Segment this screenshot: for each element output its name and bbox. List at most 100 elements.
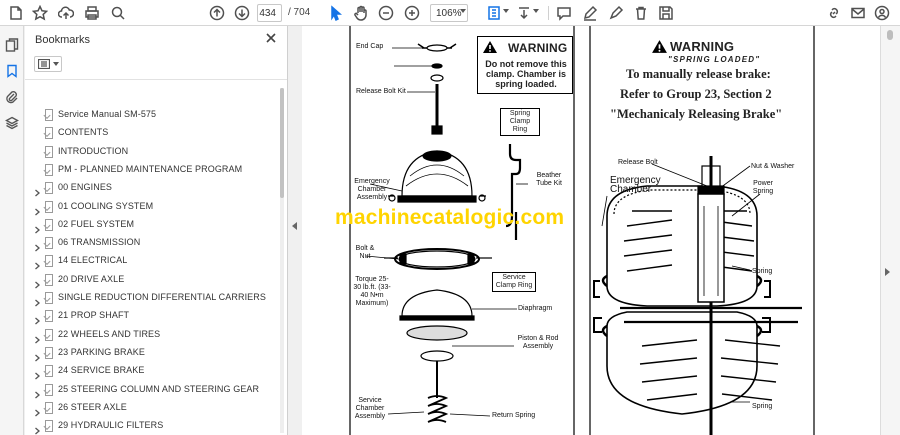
page-number-input[interactable]: 434 <box>257 4 282 22</box>
document-scrollbar-thumb[interactable] <box>887 30 893 40</box>
bookmark-page-icon <box>45 163 53 176</box>
save-icon[interactable] <box>656 3 676 23</box>
home-icon[interactable] <box>6 3 26 23</box>
zoom-out-icon[interactable] <box>376 3 396 23</box>
pen-highlight-icon[interactable] <box>580 3 600 23</box>
bookmark-item[interactable]: 00 ENGINES <box>25 179 277 197</box>
comment-icon[interactable] <box>554 3 574 23</box>
chevron-right-icon[interactable] <box>34 257 41 270</box>
bookmark-item[interactable]: 14 ELECTRICAL <box>25 252 277 270</box>
right-warning-line2: Refer to Group 23, Section 2 <box>620 87 772 101</box>
mail-icon[interactable] <box>848 3 868 23</box>
chevron-right-icon[interactable] <box>34 404 41 417</box>
bookmark-page-icon <box>45 310 53 323</box>
label-torque: Torque 25-30 lb.ft. (33-40 N•m Maximum) <box>353 276 391 307</box>
bookmark-options-button[interactable] <box>34 56 62 72</box>
panel-scrollbar-thumb[interactable] <box>280 88 284 198</box>
bookmark-label: 22 WHEELS AND TIRES <box>58 328 161 339</box>
fit-page-icon[interactable] <box>484 3 504 23</box>
label-beather-tube-kit: Beather Tube Kit <box>536 172 562 187</box>
bookmark-item[interactable]: PM - PLANNED MAINTENANCE PROGRAM <box>25 161 277 179</box>
bookmark-item[interactable]: 26 STEER AXLE <box>25 399 277 417</box>
warning-triangle-icon <box>652 40 667 53</box>
label-power-spring: Power Spring <box>752 180 774 195</box>
delete-trash-icon[interactable] <box>631 3 651 23</box>
scroll-mode-icon[interactable] <box>514 3 534 23</box>
chevron-right-icon[interactable] <box>34 367 41 380</box>
bookmark-label: SINGLE REDUCTION DIFFERENTIAL CARRIERS <box>58 292 266 302</box>
user-account-icon[interactable] <box>872 3 892 23</box>
upload-cloud-icon[interactable] <box>56 3 76 23</box>
previous-page-icon[interactable] <box>207 3 227 23</box>
print-icon[interactable] <box>82 3 102 23</box>
bookmark-item[interactable]: 22 WHEELS AND TIRES <box>25 326 277 344</box>
hand-tool-icon[interactable] <box>351 3 371 23</box>
bookmark-item[interactable]: 21 PROP SHAFT <box>25 307 277 325</box>
chevron-down-icon <box>533 9 539 13</box>
bookmark-label: 24 SERVICE BRAKE <box>58 365 145 376</box>
chevron-right-icon[interactable] <box>34 294 41 307</box>
chevron-down-icon <box>503 9 509 13</box>
bookmark-label: 02 FUEL SYSTEM <box>58 218 135 229</box>
next-page-icon[interactable] <box>232 3 252 23</box>
zoom-in-icon[interactable] <box>402 3 422 23</box>
label-spring-clamp-ring: Spring Clamp Ring <box>500 108 540 136</box>
bookmark-page-icon <box>45 218 53 231</box>
chevron-right-icon[interactable] <box>34 312 41 325</box>
bookmark-item[interactable]: 29 HYDRAULIC FILTERS <box>25 417 277 435</box>
chevron-right-icon[interactable] <box>34 349 41 362</box>
bookmark-item[interactable]: 06 TRANSMISSION <box>25 234 277 252</box>
bookmark-item[interactable]: INTRODUCTION <box>25 143 277 161</box>
draw-icon[interactable] <box>606 3 626 23</box>
main-toolbar: 434 / 704 106% <box>0 0 900 26</box>
search-zoom-icon[interactable] <box>108 3 128 23</box>
bookmark-item[interactable]: CONTENTS <box>25 124 277 142</box>
document-scrollbar[interactable] <box>880 26 900 435</box>
chevron-right-icon[interactable] <box>34 331 41 344</box>
bookmark-page-icon <box>45 127 53 140</box>
bookmark-label: CONTENTS <box>58 127 109 138</box>
star-bookmark-icon[interactable] <box>30 3 50 23</box>
collapse-panel-icon[interactable] <box>292 222 297 230</box>
attachment-paperclip-icon[interactable] <box>3 88 21 106</box>
chevron-right-icon[interactable] <box>34 221 41 234</box>
bookmark-page-icon <box>45 420 53 433</box>
bookmark-page-icon <box>45 237 53 250</box>
page-total: / 704 <box>288 7 311 18</box>
bookmark-label: 20 DRIVE AXLE <box>58 273 125 284</box>
toolbar-divider <box>548 6 549 20</box>
bookmark-page-icon <box>45 200 53 213</box>
select-cursor-icon[interactable] <box>326 3 346 23</box>
chevron-right-icon[interactable] <box>34 386 41 398</box>
bookmark-item[interactable]: SINGLE REDUCTION DIFFERENTIAL CARRIERS <box>25 289 277 307</box>
bookmark-item[interactable]: 23 PARKING BRAKE <box>25 344 277 362</box>
panel-scrollbar[interactable] <box>280 88 284 433</box>
chevron-right-icon[interactable] <box>34 184 41 197</box>
layers-icon[interactable] <box>3 114 21 132</box>
chevron-right-icon[interactable] <box>34 239 41 252</box>
share-link-icon[interactable] <box>824 3 844 23</box>
chevron-right-icon[interactable] <box>34 276 41 289</box>
bookmark-icon[interactable] <box>3 62 21 80</box>
label-piston-rod-assembly: Piston & Rod Assembly <box>517 335 559 350</box>
bookmark-item[interactable]: 02 FUEL SYSTEM <box>25 216 277 234</box>
bookmark-page-icon <box>45 365 53 378</box>
bookmark-item[interactable]: 24 SERVICE BRAKE <box>25 362 277 380</box>
bookmark-label: 29 HYDRAULIC FILTERS <box>58 420 164 431</box>
panel-title: Bookmarks <box>35 34 91 46</box>
page-thumbnails-icon[interactable] <box>3 36 21 54</box>
zoom-level-select[interactable]: 106% <box>430 4 468 22</box>
bookmark-item[interactable]: Service Manual SM-575 <box>25 106 277 124</box>
pdf-page: WARNING Do not remove this clamp. Chambe… <box>302 26 880 435</box>
close-icon[interactable] <box>265 31 279 45</box>
chevron-right-icon[interactable] <box>34 203 41 215</box>
chevron-right-icon[interactable] <box>34 422 41 435</box>
bookmark-page-icon <box>45 255 53 268</box>
bookmark-item[interactable]: 25 STEERING COLUMN AND STEERING GEAR <box>25 381 277 399</box>
bookmark-item[interactable]: 01 COOLING SYSTEM <box>25 198 277 216</box>
document-viewport: WARNING Do not remove this clamp. Chambe… <box>302 26 880 435</box>
bookmark-item[interactable]: 20 DRIVE AXLE <box>25 271 277 289</box>
label-spring-lower: Spring <box>752 403 773 410</box>
right-warning-subtitle: "SPRING LOADED" <box>668 55 761 64</box>
expand-right-panel-icon[interactable] <box>885 268 890 276</box>
